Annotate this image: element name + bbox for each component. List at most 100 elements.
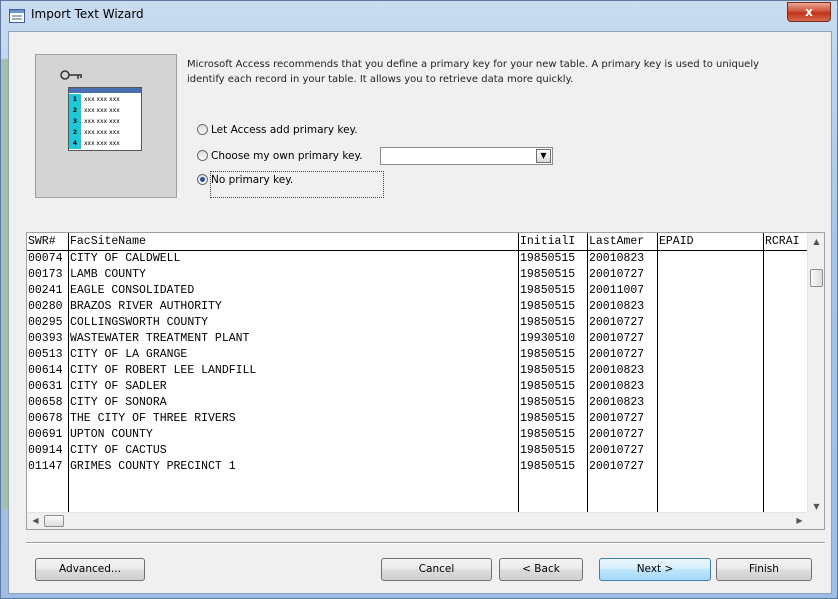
table-cell: CITY OF LA GRANGE [70,348,188,361]
wizard-body: 1 xxx xxx xxx 2 xxx xxx xxx 3 xxx xxx xxx 2 xxx… [8,31,832,594]
column-header[interactable]: LastAmer [589,234,657,250]
let-access-radio[interactable]: Let Access add primary key. [197,121,358,139]
table-cell: 00393 [28,332,63,345]
vertical-scrollbar[interactable]: ▲ ▼ [807,233,824,514]
table-cell [659,427,763,443]
scrollbar-corner [807,512,824,529]
table-cell: 01147 [28,460,63,473]
table-cell: 19850515 [520,268,576,281]
table-cell: 19850515 [520,396,576,409]
column-divider[interactable] [68,233,69,514]
table-cell [765,395,807,411]
table-cell [659,459,763,475]
column-divider[interactable] [587,233,588,514]
column-header[interactable]: SWR# [28,234,68,250]
table-cell [765,443,807,459]
vertical-scroll-thumb[interactable] [810,269,823,287]
finish-button[interactable]: Finish [716,558,812,581]
table-cell: BRAZOS RIVER AUTHORITY [70,300,222,313]
table-cell [765,459,807,475]
cancel-button[interactable]: Cancel [381,558,492,581]
radio-choose-own[interactable] [197,150,208,161]
illustration-row-text: xxx xxx xxx [84,140,120,147]
table-cell: WASTEWATER TREATMENT PLANT [70,332,250,345]
table-cell: 19850515 [520,364,576,377]
choose-own-radio[interactable]: Choose my own primary key. [197,147,363,165]
illustration-row-number: 2 [69,105,81,116]
table-cell [765,267,807,283]
horizontal-scroll-thumb[interactable] [44,515,64,527]
table-cell [659,379,763,395]
data-preview-grid[interactable]: SWR# FacSiteName InitialI LastAmer EPAID RCRA… [26,232,825,530]
illustration-row-number: 1 [69,94,81,105]
table-cell: THE CITY OF THREE RIVERS [70,412,236,425]
table-cell [659,299,763,315]
table-cell: 19850515 [520,428,576,441]
title-bar[interactable]: Import Text Wizard x [1,1,837,31]
key-icon [60,69,84,84]
illustration-row: 3 xxx xxx xxx [69,116,141,127]
table-cell: COLLINGSWORTH COUNTY [70,316,209,329]
table-cell [659,363,763,379]
table-cell: 00678 [28,412,63,425]
table-cell: 20010727 [589,348,645,361]
table-cell [765,251,807,267]
table-cell: 20010727 [589,444,645,457]
table-cell: 19850515 [520,380,576,393]
column-header[interactable]: InitialI [520,234,587,250]
table-cell: 20010727 [589,268,645,281]
intro-text: Microsoft Access recommends that you def… [187,59,760,85]
table-cell: 19850515 [520,460,576,473]
table-cell: 20010823 [589,396,645,409]
grid-content: SWR# FacSiteName InitialI LastAmer EPAID RCRA… [27,233,808,514]
table-cell [659,443,763,459]
table-cell: 19850515 [520,316,576,329]
back-button[interactable]: < Back [499,558,583,581]
illustration-row-number: 2 [69,127,81,138]
table-cell: CITY OF SADLER [70,380,167,393]
scroll-left-icon[interactable]: ◀ [27,516,44,525]
column-header[interactable]: EPAID [659,234,763,250]
table-cell: 20010727 [589,428,645,441]
scroll-down-icon[interactable]: ▼ [808,502,824,511]
table-cell: 20010823 [589,252,645,265]
focus-rectangle [210,171,384,198]
table-cell: 20011007 [589,284,645,297]
primary-key-illustration: 1 xxx xxx xxx 2 xxx xxx xxx 3 xxx xxx xxx 2 xxx… [35,54,177,198]
table-cell: 00513 [28,348,63,361]
radio-no-key[interactable] [197,174,208,185]
scroll-up-icon[interactable]: ▲ [808,237,824,246]
table-cell: 00658 [28,396,63,409]
table-cell [765,315,807,331]
table-cell [765,331,807,347]
table-cell [765,427,807,443]
column-header[interactable]: FacSiteName [70,234,518,250]
table-cell: 20010727 [589,460,645,473]
illustration-row-text: xxx xxx xxx [84,96,120,103]
column-divider[interactable] [763,233,764,514]
primary-key-field-select[interactable]: ▼ [380,147,553,165]
table-cell [659,411,763,427]
scroll-right-icon[interactable]: ▶ [791,516,808,525]
table-cell: CITY OF SONORA [70,396,167,409]
column-header[interactable]: RCRAI [765,234,807,250]
illustration-row: 1 xxx xxx xxx [69,94,141,105]
close-button[interactable]: x [787,2,831,22]
column-divider[interactable] [657,233,658,514]
table-cell: 20010823 [589,380,645,393]
table-cell: 00295 [28,316,63,329]
illustration-row: 2 xxx xxx xxx [69,127,141,138]
table-cell: 20010727 [589,316,645,329]
table-cell: 00280 [28,300,63,313]
table-cell [659,331,763,347]
choose-own-label: Choose my own primary key. [211,150,363,162]
chevron-down-icon[interactable]: ▼ [536,149,551,163]
wizard-icon [9,9,25,23]
next-button[interactable]: Next > [599,558,711,581]
illustration-row: 4 xxx xxx xxx [69,138,141,149]
advanced-button[interactable]: Advanced... [35,558,145,581]
radio-let-access[interactable] [197,124,208,135]
column-divider[interactable] [518,233,519,514]
table-cell [765,283,807,299]
horizontal-scrollbar[interactable]: ◀ ▶ [27,512,808,529]
